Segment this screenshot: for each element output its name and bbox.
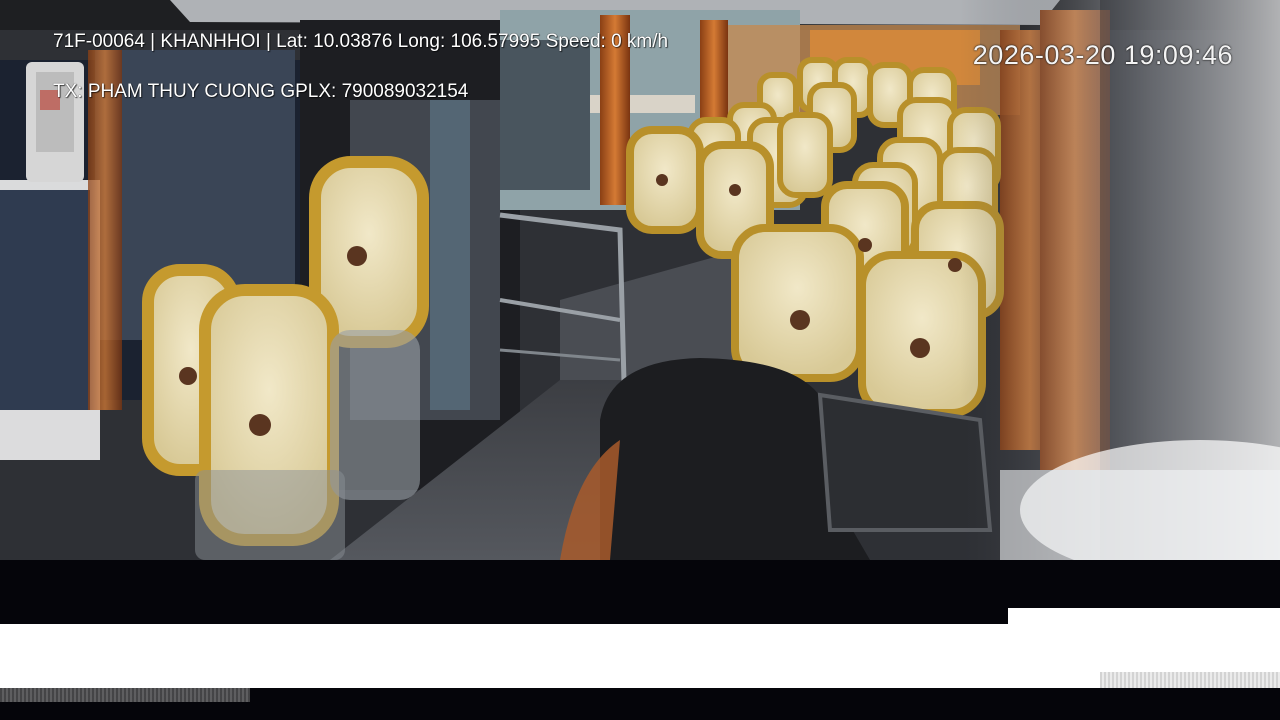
noise-strip-right xyxy=(1100,672,1280,688)
white-band-notch xyxy=(1008,608,1280,624)
noise-strip-left xyxy=(0,688,250,702)
white-band xyxy=(0,624,1280,688)
letterbox-bottom-band xyxy=(0,702,1280,720)
osd-timestamp: 2026-03-20 19:09:46 xyxy=(972,40,1233,70)
osd-vehicle-info: 71F-00064 | KHANHHOI | Lat: 10.03876 Lon… xyxy=(53,31,669,52)
camera-frame: 71F-00064 | KHANHHOI | Lat: 10.03876 Lon… xyxy=(0,0,1280,560)
osd-driver-info: TX: PHAM THUY CUONG GPLX: 790089032154 xyxy=(53,81,469,102)
